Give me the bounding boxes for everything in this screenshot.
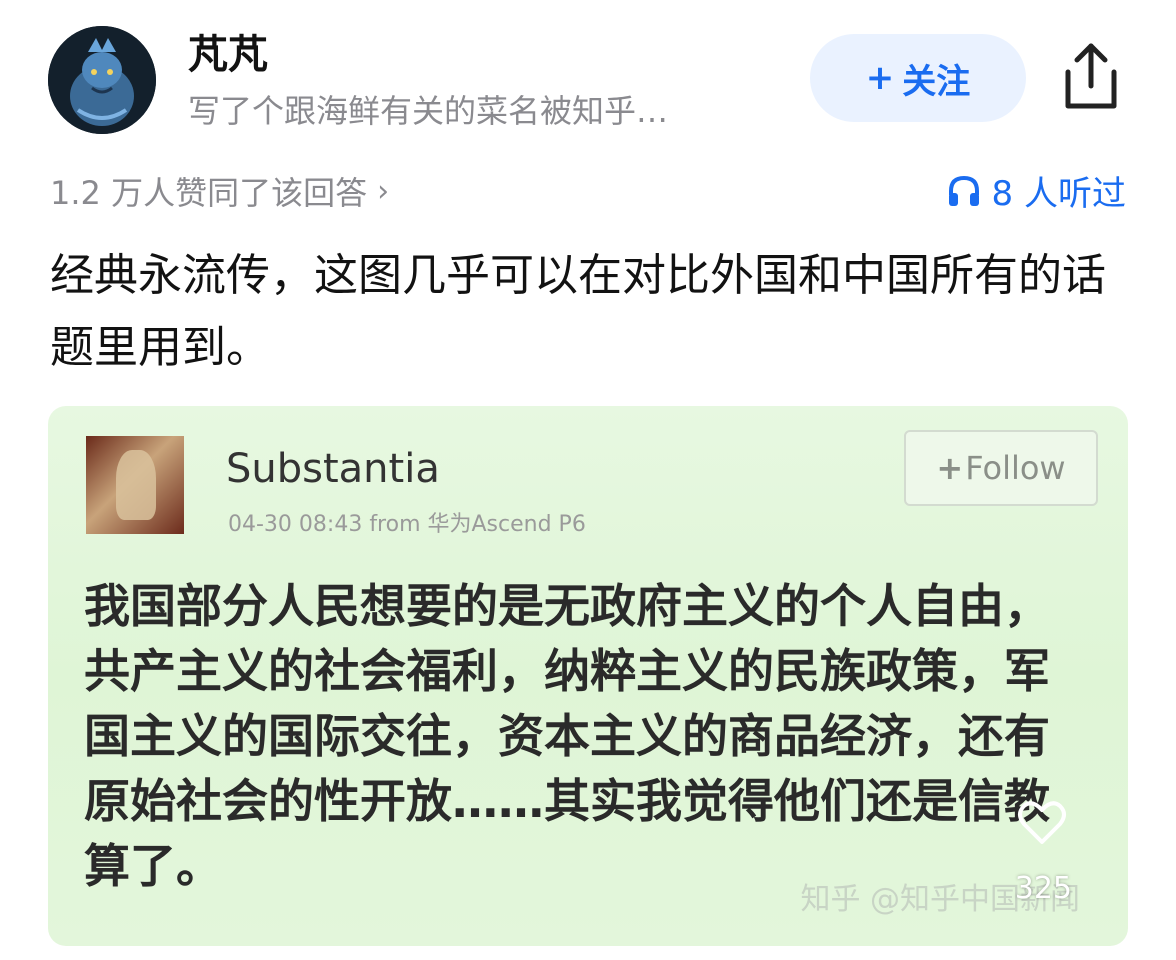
image-post-text: 我国部分人民想要的是无政府主义的个人自由，共产主义的社会福利，纳粹主义的民族政策… [84, 579, 1050, 893]
share-icon [1065, 43, 1117, 109]
answer-image[interactable]: Substantia 04-30 08:43 from 华为Ascend P6 … [48, 406, 1128, 946]
author-name[interactable]: 芃芃 [188, 22, 268, 80]
share-button[interactable] [1058, 40, 1124, 114]
image-follow-button: + Follow [904, 430, 1098, 506]
follow-button-label: 关注 [902, 61, 971, 102]
chevron-right-icon: › [377, 173, 390, 209]
heart-icon[interactable] [1014, 794, 1070, 850]
dragon-avatar-icon [48, 26, 156, 134]
image-like-count: 325 [1014, 871, 1072, 906]
image-plus-icon: + [936, 449, 964, 487]
agree-count-link[interactable]: 1.2 万人赞同了该回答 › [50, 168, 389, 214]
answer-text: 经典永流传，这图几乎可以在对比外国和中国所有的话题里用到。 [50, 250, 1106, 373]
image-follow-label: Follow [965, 449, 1066, 487]
author-bio: 写了个跟海鲜有关的菜名被知乎… [188, 92, 669, 130]
follow-button[interactable]: + 关注 [810, 34, 1026, 122]
listen-count[interactable]: 8 人听过 [946, 166, 1126, 215]
author-avatar[interactable] [48, 26, 156, 134]
image-post-meta: 04-30 08:43 from 华为Ascend P6 [228, 512, 586, 537]
listen-count-text: 8 人听过 [991, 174, 1126, 214]
plus-icon: + [865, 58, 895, 98]
image-username: Substantia [226, 446, 440, 492]
agree-count-text: 1.2 万人赞同了该回答 [50, 174, 368, 212]
image-user-avatar [86, 436, 184, 534]
headphones-icon [948, 175, 979, 206]
